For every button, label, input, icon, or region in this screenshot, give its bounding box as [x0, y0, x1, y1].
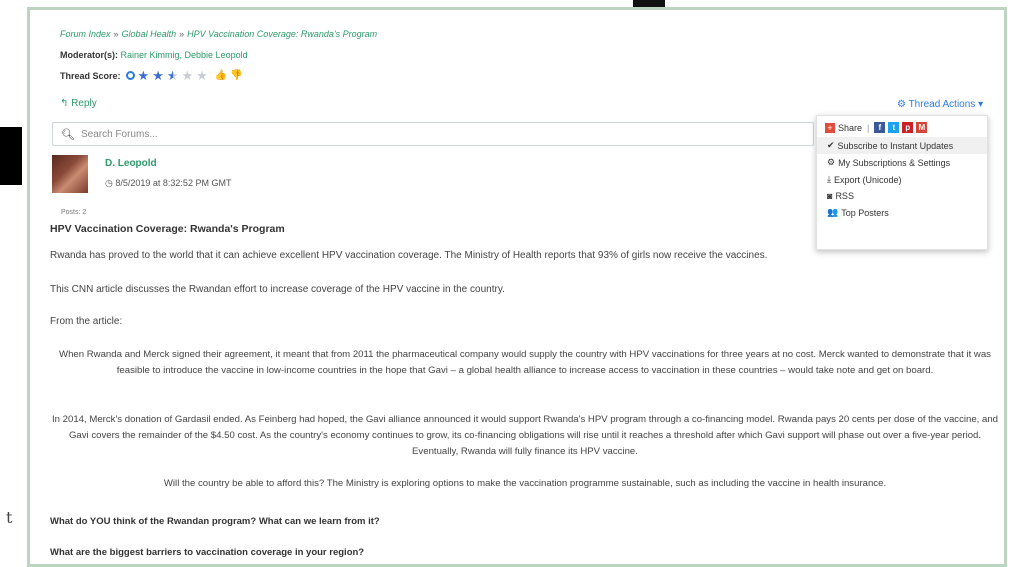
star-icon[interactable]: ★ — [138, 69, 150, 82]
check-circle-icon: ✔ — [827, 140, 835, 150]
breadcrumb-forum-index[interactable]: Forum Index — [60, 29, 111, 39]
users-icon: 👥 — [827, 207, 839, 217]
facebook-icon[interactable]: f — [874, 122, 886, 133]
menu-item-subscribe[interactable]: ✔ Subscribe to Instant Updates — [817, 137, 987, 154]
breadcrumb-separator: » — [179, 29, 185, 39]
background-dark-block-top — [633, 0, 665, 7]
discussion-question-2: What are the biggest barriers to vaccina… — [50, 547, 365, 558]
thread-actions-label: Thread Actions — [908, 99, 976, 110]
twitter-icon[interactable]: t — [888, 122, 900, 133]
menu-item-label: RSS — [835, 191, 854, 201]
menu-item-label: Subscribe to Instant Updates — [837, 140, 954, 151]
search-input[interactable]: 🔍︎ Search Forums... — [52, 122, 814, 146]
moderators-label: Moderator(s): — [60, 50, 118, 60]
thread-actions-button[interactable]: ⚙ Thread Actions ▾ — [897, 99, 983, 110]
quote-paragraph-3: Will the country be able to afford this?… — [163, 478, 887, 489]
post-title: HPV Vaccination Coverage: Rwanda's Progr… — [50, 223, 285, 235]
breadcrumb: Forum Index» Global Health» HPV Vaccinatio… — [60, 29, 377, 39]
moderators: Moderator(s): Rainer Kimmig, Debbie Leop… — [60, 50, 248, 60]
background-glyph: t — [6, 508, 13, 527]
thumbs-up-icon[interactable]: 👍 — [215, 70, 227, 81]
post-author[interactable]: D. Leopold — [105, 158, 157, 169]
share-row: + Share | f t p M — [817, 116, 987, 137]
breadcrumb-thread[interactable]: HPV Vaccination Coverage: Rwanda's Progr… — [187, 29, 377, 39]
menu-item-label: Top Posters — [841, 207, 889, 218]
caret-down-icon: ▾ — [978, 99, 984, 110]
thread-score-label: Thread Score: — [60, 70, 121, 81]
menu-item-label: Export (Unicode) — [833, 174, 902, 185]
gear-icon: ⚙ — [897, 99, 906, 110]
avatar[interactable] — [52, 155, 88, 193]
share-plus-icon[interactable]: + — [825, 122, 835, 133]
star-icon[interactable]: ★ — [196, 69, 208, 82]
menu-item-export[interactable]: ⤓ Export (Unicode) — [817, 171, 987, 188]
breadcrumb-global-health[interactable]: Global Health — [122, 29, 177, 39]
quote-paragraph-2: In 2014, Merck's donation of Gardasil en… — [51, 414, 999, 457]
discussion-question-1: What do YOU think of the Rwandan program… — [50, 516, 380, 527]
menu-item-label: My Subscriptions & Settings — [838, 157, 951, 168]
menu-item-top-posters[interactable]: 👥 Top Posters — [817, 204, 987, 221]
gear-icon: ⚙ — [827, 157, 836, 167]
forum-frame: Forum Index» Global Health» HPV Vaccinatio… — [27, 7, 1007, 567]
moderators-names[interactable]: Rainer Kimmig, Debbie Leopold — [121, 50, 248, 60]
pinterest-icon[interactable]: p — [902, 122, 914, 133]
post-date-text: 8/5/2019 at 8:32:52 PM GMT — [115, 178, 232, 188]
thread-actions-menu: + Share | f t p M ✔ Subscribe to Instant… — [816, 115, 988, 250]
search-placeholder: Search Forums... — [80, 128, 158, 140]
reply-arrow-icon: ↰ — [60, 98, 69, 109]
quote-paragraph-1: When Rwanda and Merck signed their agree… — [59, 349, 991, 376]
reply-label: Reply — [71, 98, 97, 109]
gmail-icon[interactable]: M — [916, 122, 928, 133]
share-label[interactable]: Share — [838, 123, 862, 133]
menu-item-rss[interactable]: ◙ RSS — [817, 188, 987, 204]
menu-item-subscriptions-settings[interactable]: ⚙ My Subscriptions & Settings — [817, 154, 987, 171]
score-info-icon[interactable] — [125, 71, 135, 80]
star-half-icon[interactable]: ★ — [167, 69, 179, 82]
clock-icon: ◷ — [105, 178, 113, 188]
thread-score: Thread Score: ★ ★ ★ ★ ★ 👍 👎 — [60, 69, 243, 82]
reply-button[interactable]: ↰ Reply — [60, 98, 97, 109]
star-icon[interactable]: ★ — [182, 69, 194, 82]
search-icon: 🔍︎ — [61, 128, 75, 141]
post-date: ◷ 8/5/2019 at 8:32:52 PM GMT — [105, 178, 231, 189]
background-dark-block — [0, 127, 22, 185]
post-intro: Rwanda has proved to the world that it c… — [50, 250, 768, 261]
thumbs-down-icon[interactable]: 👎 — [230, 70, 242, 81]
download-icon: ⤓ — [827, 174, 831, 184]
divider: | — [867, 122, 870, 133]
star-icon[interactable]: ★ — [152, 69, 164, 82]
breadcrumb-separator: » — [113, 29, 119, 39]
from-article-label: From the article: — [50, 316, 123, 327]
rss-icon: ◙ — [827, 191, 833, 201]
article-link[interactable]: This CNN article discusses the Rwandan e… — [50, 284, 505, 295]
posts-count: Posts: 2 — [61, 209, 87, 216]
